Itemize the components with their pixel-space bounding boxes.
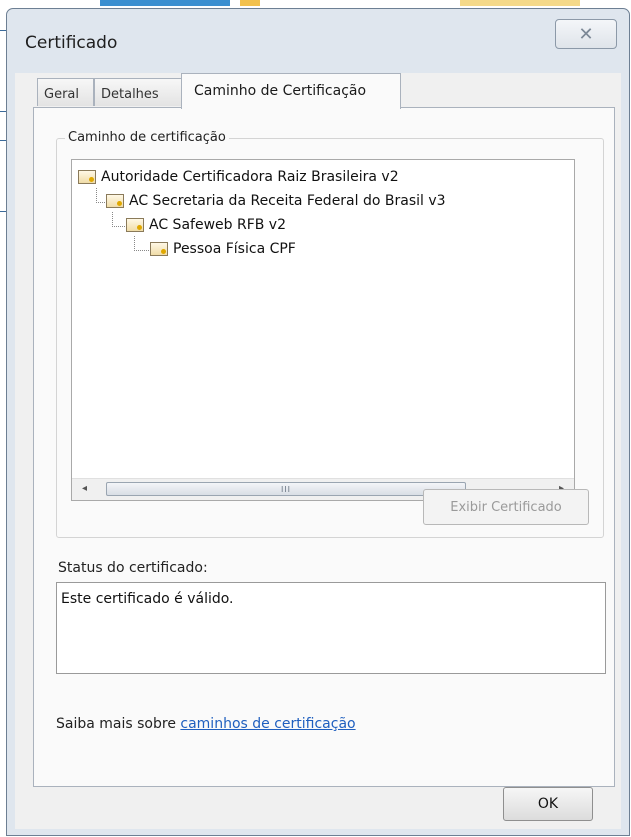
background-strip (240, 0, 260, 6)
background-strip (100, 0, 230, 6)
tree-connector (112, 212, 125, 227)
ok-button[interactable]: OK (503, 787, 593, 821)
certification-path-tree[interactable]: Autoridade Certificadora Raiz Brasileira… (71, 159, 575, 501)
dialog-title: Certificado (25, 33, 118, 53)
tree-item[interactable]: Pessoa Física CPF (150, 238, 296, 260)
tab-panel: Caminho de certificação Autoridade Certi… (33, 107, 615, 787)
learn-more-prefix: Saiba mais sobre (56, 716, 176, 732)
tab-caminho-de-certificacao[interactable]: Caminho de Certificação (181, 73, 401, 109)
certificate-dialog: Certificado ✕ Geral Detalhes Caminho de … (6, 8, 630, 836)
learn-more-line: Saiba mais sobre caminhos de certificaçã… (56, 716, 356, 732)
title-bar[interactable]: Certificado ✕ (7, 9, 629, 69)
close-icon: ✕ (578, 23, 594, 45)
tree-item[interactable]: AC Secretaria da Receita Federal do Bras… (106, 190, 446, 212)
scrollbar-thumb[interactable]: III (106, 482, 466, 496)
tree-connector (134, 236, 149, 251)
certificate-status-label: Status do certificado: (58, 560, 208, 576)
certificate-status-box[interactable]: Este certificado é válido. (56, 582, 606, 674)
tab-geral[interactable]: Geral (37, 78, 94, 106)
close-button[interactable]: ✕ (555, 19, 617, 49)
view-certificate-button[interactable]: Exibir Certificado (423, 489, 589, 525)
tree-item-label: AC Secretaria da Receita Federal do Bras… (129, 193, 446, 209)
scroll-left-icon[interactable]: ◂ (82, 483, 87, 494)
certificate-icon (106, 194, 124, 208)
certification-path-label: Caminho de certificação (65, 130, 229, 145)
certificate-icon (150, 242, 168, 256)
tree-item[interactable]: Autoridade Certificadora Raiz Brasileira… (78, 166, 399, 188)
tree-item-label: Pessoa Física CPF (173, 241, 296, 257)
dialog-client-area: Geral Detalhes Caminho de Certificação C… (15, 73, 621, 829)
background-strip (460, 0, 580, 6)
certification-path-group: Caminho de certificação Autoridade Certi… (56, 130, 604, 538)
tree-item-label: Autoridade Certificadora Raiz Brasileira… (101, 169, 399, 185)
tree-item[interactable]: AC Safeweb RFB v2 (126, 214, 286, 236)
tab-detalhes[interactable]: Detalhes (94, 78, 182, 106)
certificate-status-text: Este certificado é válido. (61, 591, 234, 607)
certificate-icon (78, 170, 96, 184)
certificate-icon (126, 218, 144, 232)
certification-paths-link[interactable]: caminhos de certificação (180, 716, 355, 732)
scrollbar-grip: III (280, 484, 292, 494)
tree-item-label: AC Safeweb RFB v2 (149, 217, 286, 233)
